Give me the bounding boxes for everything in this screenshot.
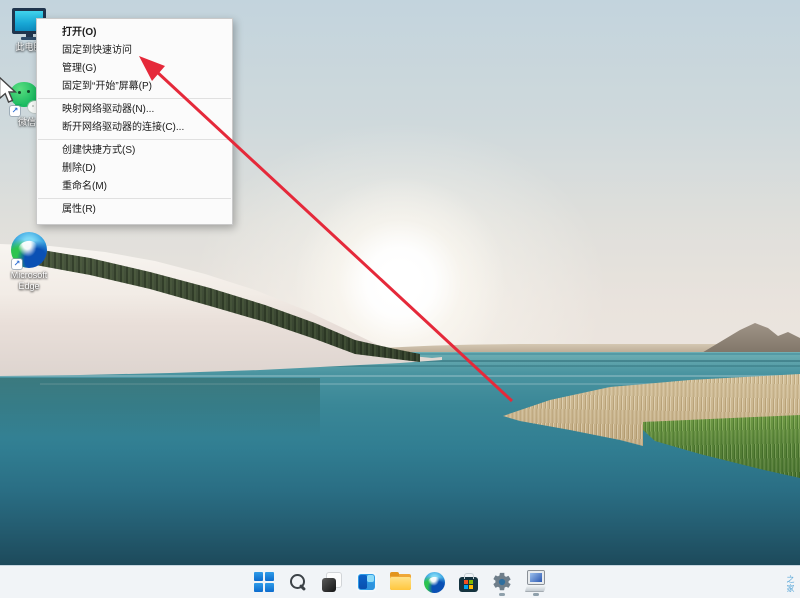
menu-item-label: 属性(R) bbox=[62, 204, 96, 215]
search-button[interactable] bbox=[283, 567, 313, 597]
menu-item-map-network-drive[interactable]: 映射网络驱动器(N)... bbox=[37, 101, 232, 119]
desktop-icon-label: 微信 bbox=[17, 117, 36, 127]
menu-item-label: 映射网络驱动器(N)... bbox=[62, 104, 155, 115]
menu-item-label: 断开网络驱动器的连接(C)... bbox=[62, 122, 185, 133]
desktop-icon-label: Microsoft Edge bbox=[10, 270, 48, 291]
shortcut-arrow-icon: ↗ bbox=[10, 106, 20, 116]
menu-separator bbox=[38, 98, 231, 99]
menu-item-label: 固定到快速访问 bbox=[62, 45, 132, 56]
folder-icon bbox=[389, 572, 411, 590]
settings-button[interactable] bbox=[487, 567, 517, 597]
widgets-button[interactable] bbox=[351, 567, 381, 597]
context-menu: 打开(O) 固定到快速访问 管理(G) 固定到“开始”屏幕(P) 映射网络驱动器(N).… bbox=[36, 18, 233, 225]
gear-icon bbox=[493, 572, 511, 591]
shore-reflection bbox=[0, 378, 320, 438]
menu-item-rename[interactable]: 重命名(M) bbox=[37, 178, 232, 196]
menu-item-label: 打开(O) bbox=[62, 27, 97, 38]
running-indicator bbox=[533, 593, 539, 596]
taskbar-icon-row bbox=[0, 566, 800, 598]
computer-management-button[interactable] bbox=[521, 567, 551, 597]
menu-item-label: 创建快捷方式(S) bbox=[62, 145, 136, 156]
widgets-icon bbox=[355, 572, 377, 592]
menu-item-label: 管理(G) bbox=[62, 63, 97, 74]
menu-item-label: 固定到“开始”屏幕(P) bbox=[62, 81, 152, 92]
menu-item-create-shortcut[interactable]: 创建快捷方式(S) bbox=[37, 142, 232, 160]
menu-item-disconnect-network-drive[interactable]: 断开网络驱动器的连接(C)... bbox=[37, 119, 232, 137]
menu-item-pin-start[interactable]: 固定到“开始”屏幕(P) bbox=[37, 78, 232, 96]
file-explorer-button[interactable] bbox=[385, 567, 415, 597]
running-indicator bbox=[499, 593, 505, 596]
windows-desktop: 此电脑 ↗ 微信 ↗ Microsoft Edge 打开(O) 固定到快速访问 管理… bbox=[0, 0, 800, 598]
windows-logo-icon bbox=[254, 572, 274, 592]
menu-separator bbox=[38, 139, 231, 140]
menu-item-delete[interactable]: 删除(D) bbox=[37, 160, 232, 178]
task-view-button[interactable] bbox=[317, 567, 347, 597]
menu-item-pin-quick-access[interactable]: 固定到快速访问 bbox=[37, 42, 232, 60]
store-bag-icon bbox=[458, 572, 478, 592]
start-button[interactable] bbox=[249, 567, 279, 597]
menu-item-label: 重命名(M) bbox=[62, 181, 107, 192]
menu-item-manage[interactable]: 管理(G) bbox=[37, 60, 232, 78]
water-streak bbox=[0, 375, 800, 377]
desktop-icon-microsoft-edge[interactable]: ↗ Microsoft Edge bbox=[2, 232, 56, 292]
menu-separator bbox=[38, 198, 231, 199]
menu-item-properties[interactable]: 属性(R) bbox=[37, 201, 232, 219]
menu-item-open[interactable]: 打开(O) bbox=[37, 24, 232, 42]
edge-icon: ↗ bbox=[11, 232, 47, 269]
edge-button[interactable] bbox=[419, 567, 449, 597]
search-icon bbox=[288, 572, 308, 592]
mouse-cursor-icon bbox=[0, 76, 18, 103]
taskbar: 之家 bbox=[0, 565, 800, 598]
watermark: 之家 bbox=[786, 575, 795, 593]
computer-icon bbox=[524, 570, 548, 594]
shortcut-arrow-icon: ↗ bbox=[12, 259, 22, 269]
edge-icon bbox=[423, 571, 445, 593]
menu-item-label: 删除(D) bbox=[62, 163, 96, 174]
task-view-icon bbox=[322, 572, 342, 592]
microsoft-store-button[interactable] bbox=[453, 567, 483, 597]
